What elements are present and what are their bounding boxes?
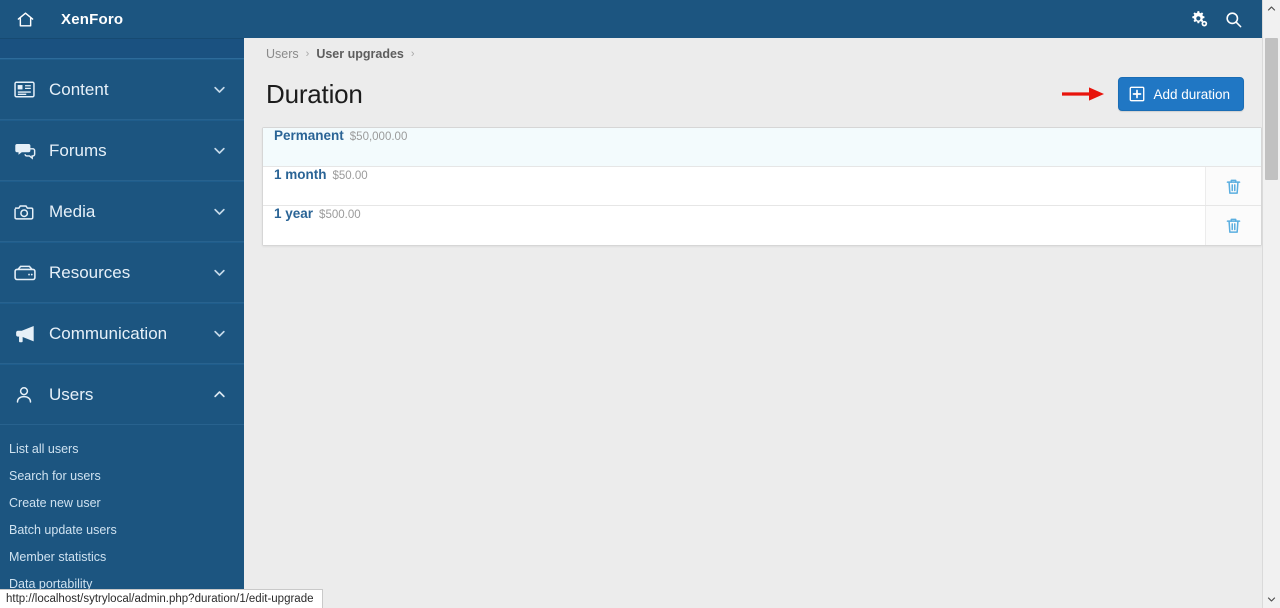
sidebar-item-content[interactable]: Content (0, 59, 244, 120)
duration-row-main[interactable]: Permanent $50,000.00 (263, 128, 1205, 166)
trash-icon[interactable] (1221, 173, 1247, 199)
duration-title-link[interactable]: 1 year (274, 206, 313, 221)
status-bar-url: http://localhost/sytrylocal/admin.php?du… (0, 589, 323, 608)
sidebar-subitem-create-new-user[interactable]: Create new user (0, 490, 244, 517)
duration-price: $50,000.00 (349, 131, 408, 143)
chevron-down-icon[interactable] (210, 325, 228, 343)
camera-icon (14, 201, 40, 223)
breadcrumb: Users › User upgrades › (262, 38, 1244, 70)
sidebar-item-forums[interactable]: Forums (0, 120, 244, 181)
scrollbar-up-arrow-icon[interactable] (1263, 0, 1280, 17)
chevron-down-icon[interactable] (210, 264, 228, 282)
chevron-down-icon[interactable] (210, 81, 228, 99)
sidebar-item-label: Media (49, 201, 96, 221)
duration-title-link[interactable]: Permanent (274, 128, 344, 143)
trash-icon[interactable] (1221, 213, 1247, 239)
home-icon[interactable] (6, 0, 44, 38)
resources-icon (14, 262, 40, 284)
cogs-icon[interactable] (1182, 0, 1216, 38)
duration-price: $500.00 (319, 209, 361, 221)
sidebar-item-label: Users (49, 384, 94, 404)
chevron-down-icon[interactable] (210, 203, 228, 221)
plus-square-icon (1129, 86, 1145, 102)
user-icon (14, 384, 40, 406)
sidebar-item-media[interactable]: Media (0, 181, 244, 242)
duration-row-actions (1205, 128, 1261, 166)
duration-price: $50.00 (332, 170, 368, 182)
main-content: Users › User upgrades › Duration Add dur… (244, 38, 1262, 608)
duration-title-link[interactable]: 1 month (274, 167, 327, 182)
table-row[interactable]: Permanent $50,000.00 (263, 128, 1261, 167)
page-header-actions: Add duration (1060, 77, 1244, 111)
sidebar-subitem-batch-update-users[interactable]: Batch update users (0, 517, 244, 544)
main-inner: Users › User upgrades › Duration Add dur… (244, 38, 1262, 246)
sidebar-subnav-users: List all users Search for users Create n… (0, 425, 244, 602)
sidebar-subitem-list-all-users[interactable]: List all users (0, 436, 244, 463)
add-duration-button[interactable]: Add duration (1118, 77, 1244, 111)
page-scrollbar[interactable] (1262, 0, 1280, 608)
scrollbar-thumb[interactable] (1265, 38, 1278, 180)
table-row[interactable]: 1 month $50.00 (263, 167, 1261, 206)
sidebar-top-spacer (0, 38, 244, 59)
breadcrumb-separator-icon: › (410, 48, 415, 60)
duration-row-main[interactable]: 1 month $50.00 (263, 167, 1205, 205)
breadcrumb-separator-icon: › (305, 48, 310, 60)
duration-row-main[interactable]: 1 year $500.00 (263, 206, 1205, 245)
brand-title[interactable]: XenForo (61, 11, 123, 28)
breadcrumb-item-user-upgrades[interactable]: User upgrades (316, 47, 404, 61)
duration-row-actions (1205, 206, 1261, 245)
sidebar-item-communication[interactable]: Communication (0, 303, 244, 364)
sidebar-item-resources[interactable]: Resources (0, 242, 244, 303)
sidebar-subitem-member-statistics[interactable]: Member statistics (0, 544, 244, 571)
megaphone-icon (14, 323, 40, 345)
sidebar-item-label: Content (49, 79, 109, 99)
sidebar-subitem-search-for-users[interactable]: Search for users (0, 463, 244, 490)
page-title: Duration (266, 78, 363, 109)
add-duration-button-label: Add duration (1153, 86, 1230, 102)
scrollbar-down-arrow-icon[interactable] (1263, 591, 1280, 608)
sidebar-item-label: Forums (49, 140, 107, 160)
chevron-down-icon[interactable] (210, 142, 228, 160)
sidebar-item-label: Communication (49, 323, 168, 343)
sidebar-item-users[interactable]: Users (0, 364, 244, 425)
duration-list: Permanent $50,000.00 1 month $50.00 1 ye… (262, 127, 1262, 246)
top-header-bar: XenForo (0, 0, 1262, 38)
content-icon (14, 79, 40, 101)
chevron-up-icon[interactable] (210, 386, 228, 404)
sidebar-item-label: Resources (49, 262, 131, 282)
breadcrumb-item-users[interactable]: Users (266, 47, 299, 61)
page-header: Duration Add duration (262, 70, 1244, 118)
search-icon[interactable] (1216, 0, 1250, 38)
duration-row-actions (1205, 167, 1261, 205)
red-arrow-annotation (1062, 87, 1105, 101)
forums-icon (14, 140, 40, 162)
sidebar: Content Forums Media Resources Communica… (0, 38, 244, 608)
top-header-actions (1182, 0, 1262, 38)
table-row[interactable]: 1 year $500.00 (263, 206, 1261, 245)
app-root: XenForo Content Forums Media Resources C… (0, 0, 1280, 608)
